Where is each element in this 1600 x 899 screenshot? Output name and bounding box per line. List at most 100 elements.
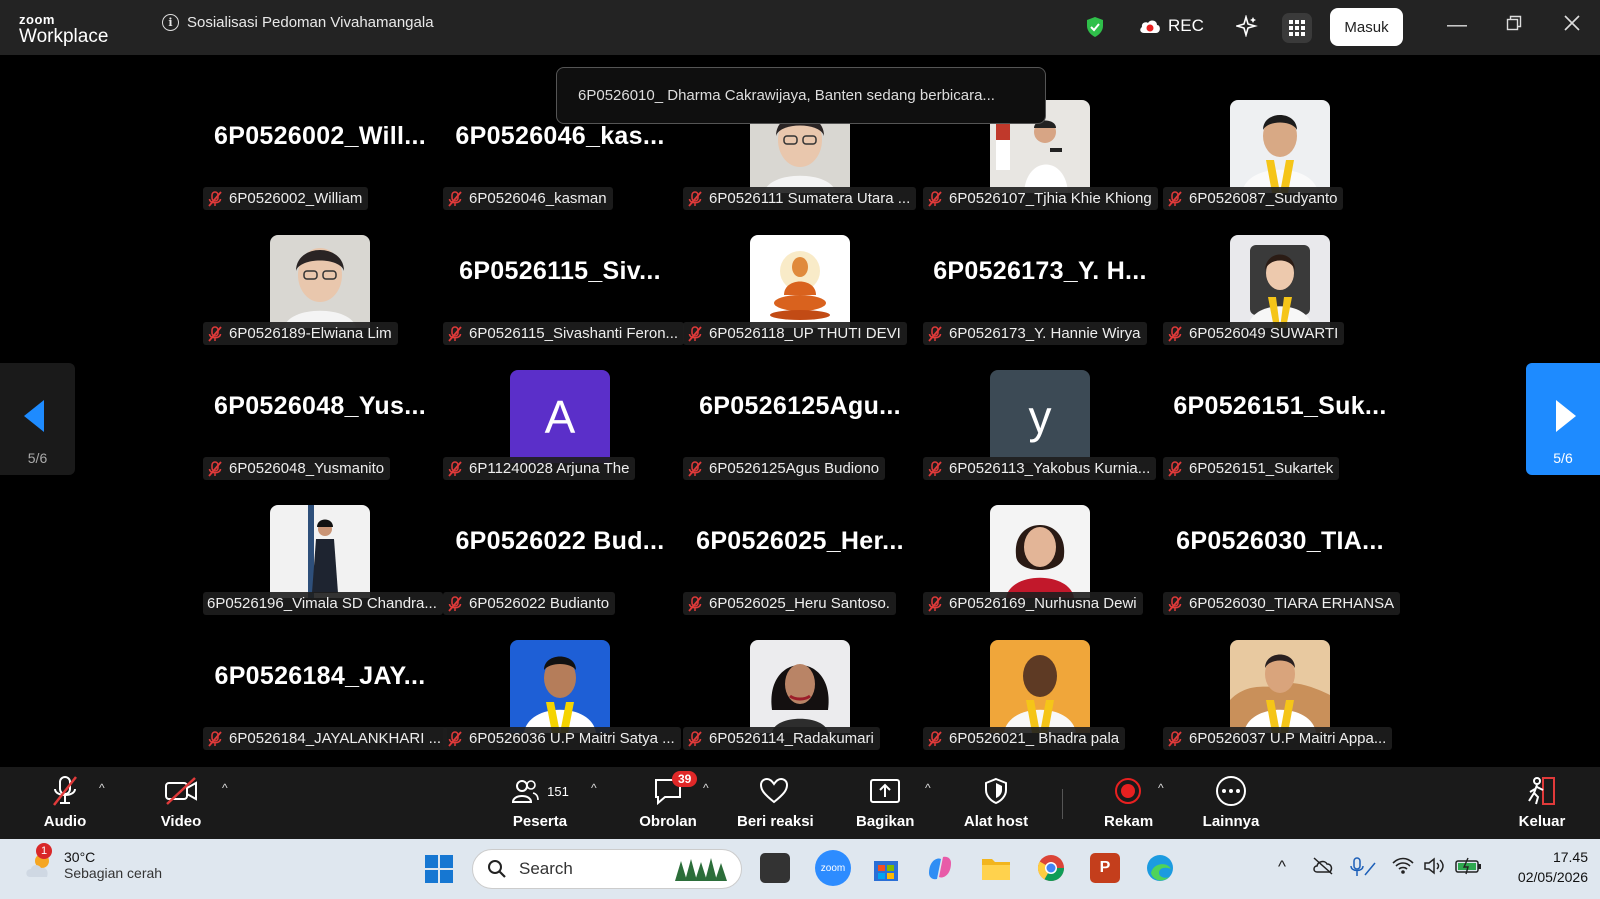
participant-tile[interactable]: 6P0526048_Yus... 6P0526048_Yusmanito [200, 370, 440, 505]
participant-tile[interactable]: 6P0526125Agu... 6P0526125Agus Budiono [680, 370, 920, 505]
video-options-chevron-icon[interactable]: ^ [222, 781, 228, 795]
record-options-chevron-icon[interactable]: ^ [1158, 781, 1164, 795]
microphone-in-use-icon[interactable] [1350, 857, 1376, 882]
minimize-icon[interactable]: — [1444, 14, 1470, 37]
close-icon[interactable] [1559, 14, 1585, 37]
cloud-sync-off-icon[interactable] [1312, 857, 1334, 880]
participant-name-text: 6P0526173_Y. Hannie Wirya [949, 325, 1141, 342]
share-button[interactable]: Bagikan [856, 773, 914, 830]
participant-tile[interactable]: 6P0526002_Will... 6P0526002_William [200, 100, 440, 235]
participant-avatar [1230, 235, 1330, 328]
participant-tile[interactable]: 6P0526037 U.P Maitri Appa... [1160, 640, 1400, 775]
participant-tile[interactable]: 6P0526030_TIA... 6P0526030_TIARA ERHANSA [1160, 505, 1401, 640]
audio-options-chevron-icon[interactable]: ^ [99, 781, 105, 795]
participants-button[interactable]: 151 Peserta [500, 773, 580, 830]
powerpoint-icon[interactable]: P [1090, 853, 1120, 883]
participant-tile[interactable]: 6P0526196_Vimala SD Chandra... [200, 505, 443, 640]
zoom-app-icon[interactable]: zoom [815, 850, 851, 886]
participant-display-name: 6P0526184_JAY... [214, 662, 426, 690]
search-icon [488, 860, 506, 878]
participant-tile[interactable]: 6P0526169_Nurhusna Dewi [920, 505, 1160, 640]
video-label: Video [160, 813, 202, 830]
participant-tile[interactable]: y 6P0526113_Yakobus Kurnia... [920, 370, 1160, 505]
avatar-letter: A [510, 370, 610, 463]
participant-name-label: 6P0526114_Radakumari [683, 727, 880, 750]
react-label: Beri reaksi [737, 813, 814, 830]
share-options-chevron-icon[interactable]: ^ [925, 781, 931, 795]
wifi-icon[interactable] [1392, 857, 1414, 880]
mic-muted-icon [1167, 325, 1183, 342]
react-button[interactable]: Beri reaksi [737, 773, 814, 830]
taskbar-search[interactable]: Search [472, 849, 742, 889]
battery-charging-icon[interactable] [1455, 857, 1483, 880]
participant-tile[interactable]: 6P0526151_Suk... 6P0526151_Sukartek [1160, 370, 1400, 505]
participant-tile[interactable]: 6P0526115_Siv... 6P0526115_Sivashanti Fer… [440, 235, 685, 370]
participant-display-name: 6P0526030_TIA... [1176, 527, 1384, 555]
participant-tile[interactable]: 6P0526049 SUWARTI [1160, 235, 1400, 370]
meeting-info[interactable]: i Sosialisasi Pedoman Vivahamangala [162, 14, 434, 31]
windows-start-icon[interactable] [424, 854, 454, 884]
participant-tile[interactable]: 6P0526025_Her... 6P0526025_Heru Santoso. [680, 505, 920, 640]
tray-overflow-chevron-icon[interactable]: ^ [1278, 857, 1286, 877]
task-view-icon[interactable] [760, 853, 790, 883]
chat-button[interactable]: 39 Obrolan [637, 771, 699, 830]
participant-display-name: 6P0526025_Her... [696, 527, 904, 555]
record-button[interactable]: Rekam [1104, 773, 1154, 830]
restore-icon[interactable] [1501, 14, 1527, 37]
sign-in-button[interactable]: Masuk [1330, 8, 1403, 46]
host-tools-label: Alat host [963, 813, 1029, 830]
clock-time: 17.45 [1552, 849, 1588, 865]
participant-tile[interactable]: 6P0526036 U.P Maitri Satya ... [440, 640, 681, 775]
audio-button[interactable]: Audio [40, 773, 90, 830]
participant-name-text: 6P0526046_kasman [469, 190, 607, 207]
volume-icon[interactable] [1424, 857, 1446, 880]
participant-tile[interactable]: 6P0526173_Y. H... 6P0526173_Y. Hannie Wir… [920, 235, 1160, 370]
video-button[interactable]: Video [156, 773, 206, 830]
weather-widget[interactable]: 1 30°C Sebagian cerah [24, 843, 162, 881]
arrow-right-icon [1556, 400, 1576, 432]
participant-name-text: 6P0526022 Budianto [469, 595, 610, 612]
host-tools-button[interactable]: Alat host [960, 773, 1032, 830]
participants-options-chevron-icon[interactable]: ^ [591, 781, 597, 795]
participant-tile[interactable]: 6P0526087_Sudyanto [1160, 100, 1400, 235]
participant-name-text: 6P0526021_ Bhadra pala [949, 730, 1120, 747]
participant-tile[interactable]: 6P0526184_JAY... 6P0526184_JAYALANKHARI .… [200, 640, 448, 775]
security-shield-icon[interactable] [1085, 16, 1105, 38]
participant-tile[interactable]: 6P0526118_UP THUTI DEVI [680, 235, 920, 370]
record-label: Rekam [1104, 813, 1154, 830]
ai-companion-sparkle-icon[interactable] [1234, 14, 1258, 43]
participant-tile[interactable]: A 6P11240028 Arjuna The [440, 370, 680, 505]
participant-name-text: 6P0526115_Sivashanti Feron... [469, 325, 679, 342]
apps-grid-button[interactable] [1282, 13, 1312, 43]
file-explorer-icon[interactable] [980, 853, 1010, 883]
brand-top: zoom [19, 12, 55, 27]
participant-display-name: 6P0526048_Yus... [214, 392, 426, 420]
taskbar-clock[interactable]: 17.45 02/05/2026 [1496, 847, 1588, 887]
participant-name-label: 6P0526151_Sukartek [1163, 457, 1340, 480]
participant-tile[interactable]: 6P0526022 Bud... 6P0526022 Budianto [440, 505, 680, 640]
more-button[interactable]: Lainnya [1202, 773, 1260, 830]
prev-page-button[interactable]: 5/6 [0, 363, 75, 475]
participant-name-text: 6P0526111 Sumatera Utara ... [709, 190, 911, 207]
participant-avatar [750, 640, 850, 733]
mic-muted-icon [447, 325, 463, 342]
chrome-icon[interactable] [1036, 853, 1066, 883]
cloud-recording-indicator[interactable]: REC [1138, 16, 1204, 36]
info-icon[interactable]: i [162, 14, 179, 31]
participant-tile[interactable]: 6P0526189-Elwiana Lim [200, 235, 440, 370]
copilot-icon[interactable] [925, 853, 955, 883]
leave-button[interactable]: Keluar [1518, 773, 1566, 830]
participant-tile[interactable]: 6P0526021_ Bhadra pala [920, 640, 1160, 775]
participant-name-label: 6P0526087_Sudyanto [1163, 187, 1344, 210]
participant-name-label: 6P0526196_Vimala SD Chandra... [203, 592, 443, 615]
participant-avatar [1230, 640, 1330, 733]
participant-name-label: 6P0526049 SUWARTI [1163, 322, 1345, 345]
participant-tile[interactable]: 6P0526114_Radakumari [680, 640, 920, 775]
chat-options-chevron-icon[interactable]: ^ [703, 781, 709, 795]
edge-icon[interactable] [1145, 853, 1175, 883]
next-page-button[interactable]: 5/6 [1526, 363, 1600, 475]
microsoft-store-icon[interactable] [871, 853, 901, 883]
participants-label: Peserta [512, 813, 568, 830]
mic-muted-icon [207, 190, 223, 207]
participant-name-label: 6P0526107_Tjhia Khie Khiong [923, 187, 1158, 210]
